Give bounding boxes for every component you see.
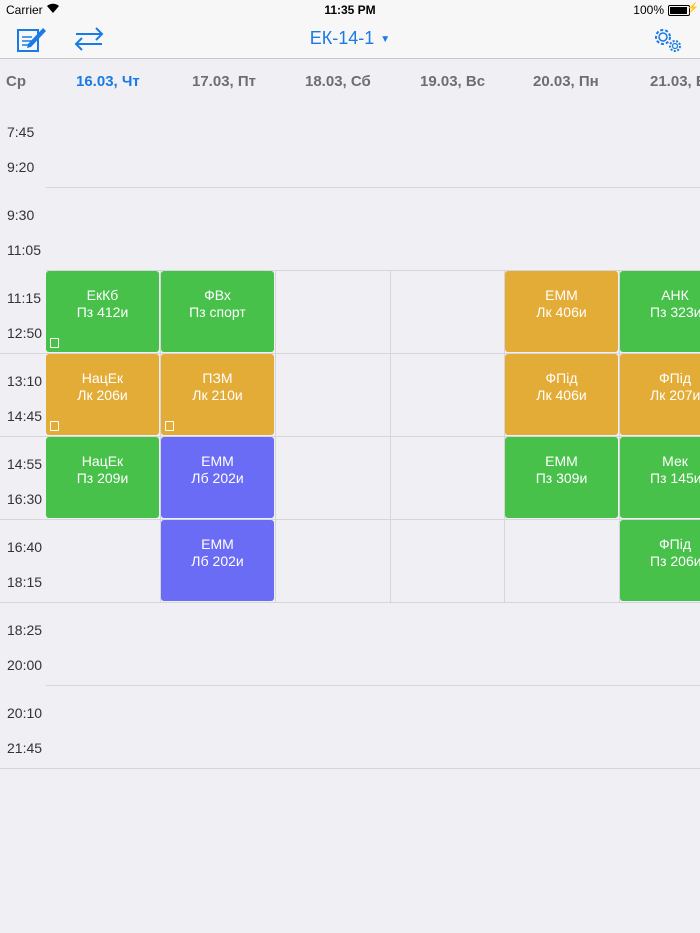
lesson-subject: ФВх: [204, 287, 231, 303]
lesson-room: Лб 202и: [191, 553, 244, 569]
slot-start-time: 18:25: [7, 622, 43, 638]
group-selector[interactable]: ЕК-14-1 ▼: [0, 28, 700, 49]
dropdown-arrow-icon: ▼: [380, 34, 391, 45]
day-header[interactable]: 19.03, Вс: [420, 73, 485, 90]
slot-divider: [46, 187, 700, 188]
lesson-room: Лк 210и: [192, 387, 243, 403]
day-header[interactable]: 18.03, Сб: [305, 73, 371, 90]
day-header[interactable]: 21.03, Вт: [650, 73, 700, 90]
note-icon: [50, 421, 59, 431]
slot-start-time: 13:10: [7, 373, 43, 389]
slot-end-time: 11:05: [7, 242, 41, 258]
day-header-today[interactable]: 16.03, Чт: [76, 73, 140, 90]
slot-start-time: 11:15: [7, 290, 41, 306]
lesson-subject: ФПід: [545, 370, 578, 386]
note-icon: [50, 338, 59, 348]
clock: 11:35 PM: [324, 3, 376, 17]
day-header[interactable]: Ср: [6, 73, 26, 90]
lesson-card[interactable]: Мек Пз 145и: [620, 437, 700, 518]
day-header-row: Ср 16.03, Чт 17.03, Пт 18.03, Сб 19.03, …: [0, 59, 700, 105]
lesson-room: Пз спорт: [189, 304, 246, 320]
lesson-card[interactable]: ФПід Пз 206и: [620, 520, 700, 601]
lesson-room: Пз 145и: [650, 470, 700, 486]
lesson-subject: ПЗМ: [202, 370, 233, 386]
lesson-subject: ЕММ: [545, 287, 578, 303]
slot-divider: [0, 602, 700, 603]
lesson-room: Лк 206и: [77, 387, 128, 403]
navigation-bar: ЕК-14-1 ▼: [0, 20, 700, 59]
lesson-room: Лк 406и: [536, 387, 587, 403]
lesson-subject: ЕММ: [545, 453, 578, 469]
lesson-card[interactable]: ЕММ Лб 202и: [161, 520, 274, 601]
lesson-subject: ФПід: [659, 370, 691, 386]
group-title: ЕК-14-1: [309, 28, 375, 48]
lesson-subject: АНК: [661, 287, 689, 303]
slot-start-time: 9:30: [7, 207, 35, 223]
settings-icon[interactable]: [650, 24, 684, 54]
lesson-subject: ЕММ: [201, 453, 234, 469]
slot-start-time: 20:10: [7, 705, 43, 721]
lesson-subject: НацЕк: [81, 370, 124, 386]
day-divider: [390, 270, 391, 602]
day-divider: [275, 270, 276, 602]
lesson-card[interactable]: ПЗМ Лк 210и: [161, 354, 274, 435]
lesson-card[interactable]: ЕММ Лк 406и: [505, 271, 618, 352]
slot-start-time: 16:40: [7, 539, 43, 555]
lesson-room: Лк 406и: [536, 304, 587, 320]
slot-start-time: 7:45: [7, 124, 35, 140]
battery-percent: 100%: [633, 3, 664, 17]
lesson-room: Пз 206и: [650, 553, 700, 569]
lesson-room: Пз 412и: [76, 304, 129, 320]
slot-end-time: 21:45: [7, 740, 43, 756]
day-header[interactable]: 20.03, Пн: [533, 73, 599, 90]
slot-end-time: 14:45: [7, 408, 43, 424]
slot-end-time: 16:30: [7, 491, 43, 507]
lesson-subject: ФПід: [659, 536, 691, 552]
lesson-subject: НацЕк: [81, 453, 124, 469]
slot-divider: [0, 768, 700, 769]
lesson-room: Пз 323и: [650, 304, 700, 320]
lesson-card[interactable]: ЕММ Лб 202и: [161, 437, 274, 518]
slot-start-time: 14:55: [7, 456, 43, 472]
lesson-card[interactable]: ФПід Лк 406и: [505, 354, 618, 435]
lesson-subject: Мек: [662, 453, 688, 469]
slot-divider: [46, 685, 700, 686]
lesson-room: Лб 202и: [191, 470, 244, 486]
charging-icon: ⚡: [686, 3, 699, 14]
lesson-subject: ЕММ: [201, 536, 234, 552]
lesson-room: Пз 209и: [76, 470, 129, 486]
lesson-room: Лк 207и: [650, 387, 700, 403]
slot-end-time: 20:00: [7, 657, 43, 673]
slot-end-time: 18:15: [7, 574, 43, 590]
lesson-card[interactable]: ФВх Пз спорт: [161, 271, 274, 352]
lesson-card[interactable]: НацЕк Пз 209и: [46, 437, 159, 518]
lesson-card[interactable]: ЕММ Пз 309и: [505, 437, 618, 518]
slot-divider: [0, 519, 700, 520]
lesson-card[interactable]: ФПід Лк 207и: [620, 354, 700, 435]
slot-end-time: 12:50: [7, 325, 43, 341]
status-bar: Carrier 11:35 PM 100% ⚡: [0, 0, 700, 20]
slot-end-time: 9:20: [7, 159, 35, 175]
lesson-card[interactable]: ЕкКб Пз 412и: [46, 271, 159, 352]
lesson-subject: ЕкКб: [86, 287, 119, 303]
day-header[interactable]: 17.03, Пт: [192, 73, 256, 90]
lesson-room: Пз 309и: [535, 470, 588, 486]
note-icon: [165, 421, 174, 431]
lesson-card[interactable]: НацЕк Лк 206и: [46, 354, 159, 435]
lesson-card[interactable]: АНК Пз 323и: [620, 271, 700, 352]
